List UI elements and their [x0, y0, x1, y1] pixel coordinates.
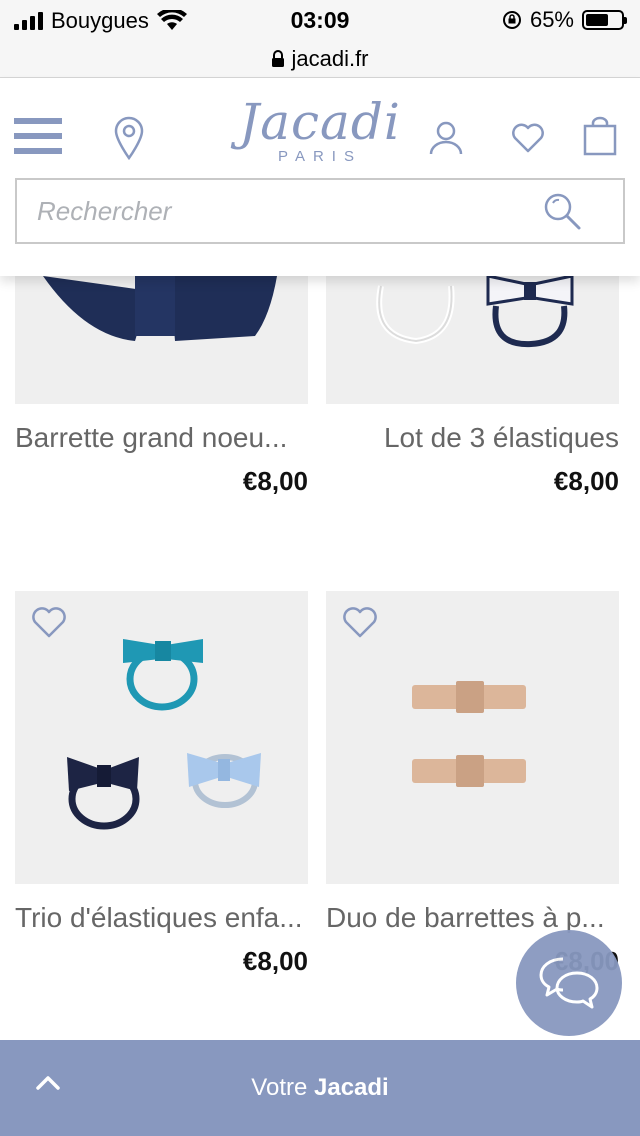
product-name[interactable]: Trio d'élastiques enfa... — [15, 902, 308, 934]
product-price: €8,00 — [242, 466, 308, 496]
cart-icon[interactable] — [583, 116, 617, 156]
bottom-bar-brand: Jacadi — [314, 1074, 389, 1101]
battery-percent: 65% — [529, 7, 574, 32]
account-icon[interactable] — [428, 120, 464, 156]
bottom-bar-prefix: Votre — [251, 1074, 308, 1101]
url-text: jacadi.fr — [291, 45, 369, 71]
menu-icon[interactable] — [14, 118, 64, 160]
product-card[interactable]: Duo de barrettes à p... €8,00 — [326, 591, 619, 977]
chat-bubbles-icon — [539, 957, 599, 1009]
status-bar: Bouygues 03:09 65% — [0, 0, 640, 40]
glitter-barrettes-image — [412, 681, 526, 787]
jacadi-logo[interactable]: Jacadi PARIS — [230, 92, 410, 182]
battery-icon — [582, 10, 627, 30]
site-header: Jacadi PARIS — [0, 78, 640, 276]
battery-fill — [586, 14, 609, 26]
search-input[interactable] — [37, 180, 537, 242]
elastics-trio-image — [67, 639, 261, 830]
address-bar[interactable]: jacadi.fr — [0, 40, 640, 78]
product-card[interactable]: Trio d'élastiques enfa... €8,00 — [15, 591, 308, 977]
bottom-bar[interactable]: Votre Jacadi — [0, 1040, 640, 1136]
search-box — [15, 178, 625, 244]
lock-icon — [272, 49, 285, 67]
status-right: 65% — [502, 7, 627, 33]
search-icon[interactable] — [541, 192, 585, 232]
product-image[interactable] — [15, 591, 308, 884]
rotation-lock-icon — [502, 11, 521, 29]
wishlist-icon[interactable] — [511, 123, 545, 153]
product-name[interactable]: Duo de barrettes à p... — [326, 902, 619, 934]
product-image[interactable] — [326, 591, 619, 884]
chat-button[interactable] — [516, 930, 622, 1036]
logo-script: Jacadi — [239, 93, 401, 151]
store-locator-icon[interactable] — [113, 116, 145, 160]
product-price: €8,00 — [242, 946, 308, 976]
product-name[interactable]: Barrette grand noeu... — [15, 422, 308, 454]
product-price: €8,00 — [553, 466, 619, 496]
chevron-up-icon[interactable] — [34, 1072, 62, 1092]
product-name[interactable]: Lot de 3 élastiques — [326, 422, 619, 454]
